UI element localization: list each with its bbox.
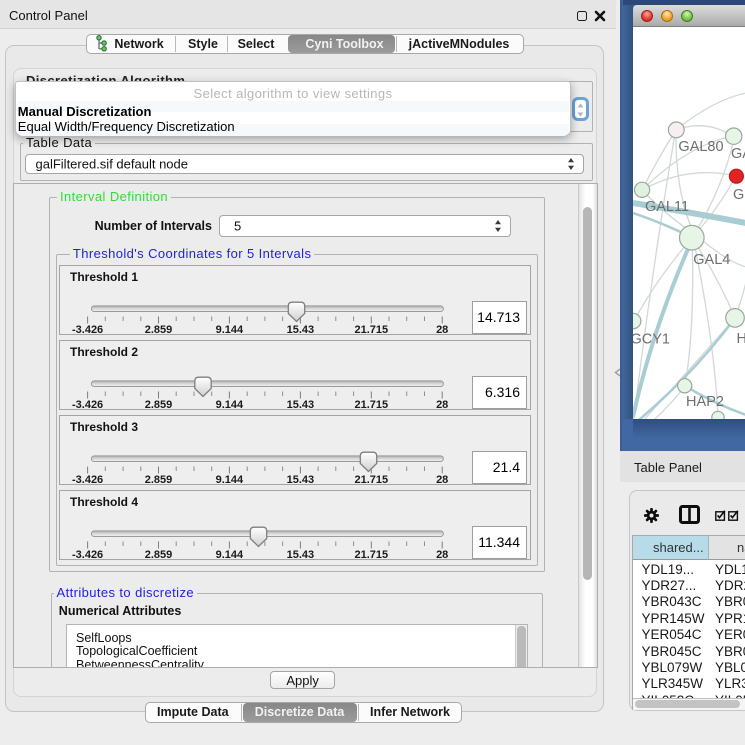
svg-text:9.144: 9.144 — [216, 324, 244, 335]
svg-text:15.43: 15.43 — [287, 549, 315, 560]
svg-text:-3.426: -3.426 — [72, 549, 103, 560]
svg-text:21.715: 21.715 — [354, 324, 388, 335]
svg-text:2.859: 2.859 — [145, 549, 173, 560]
svg-text:15.43: 15.43 — [287, 324, 315, 335]
svg-text:28: 28 — [436, 399, 448, 410]
svg-text:2.859: 2.859 — [145, 399, 173, 410]
svg-text:GCN: GCN — [733, 187, 745, 203]
svg-text:9.144: 9.144 — [216, 474, 244, 485]
svg-text:28: 28 — [436, 474, 448, 485]
svg-text:15.43: 15.43 — [287, 474, 315, 485]
svg-text:-3.426: -3.426 — [72, 324, 103, 335]
svg-text:GAL80: GAL80 — [678, 139, 723, 155]
svg-text:-3.426: -3.426 — [72, 399, 103, 410]
svg-text:-3.426: -3.426 — [72, 474, 103, 485]
svg-text:HAP2: HAP2 — [686, 394, 724, 410]
svg-text:GAL4: GAL4 — [693, 252, 730, 268]
svg-text:21.715: 21.715 — [354, 474, 388, 485]
svg-text:2.859: 2.859 — [145, 474, 173, 485]
svg-text:9.144: 9.144 — [216, 549, 244, 560]
svg-text:21.715: 21.715 — [354, 399, 388, 410]
svg-text:28: 28 — [436, 324, 448, 335]
svg-text:21.715: 21.715 — [354, 549, 388, 560]
svg-text:15.43: 15.43 — [287, 399, 315, 410]
svg-text:2.859: 2.859 — [145, 324, 173, 335]
svg-text:GAL11: GAL11 — [644, 199, 688, 215]
svg-text:28: 28 — [436, 549, 448, 560]
svg-text:9.144: 9.144 — [216, 399, 244, 410]
svg-text:GAL1: GAL1 — [731, 146, 745, 162]
svg-text:GCY1: GCY1 — [633, 332, 670, 348]
svg-text:HIS: HIS — [736, 331, 745, 347]
